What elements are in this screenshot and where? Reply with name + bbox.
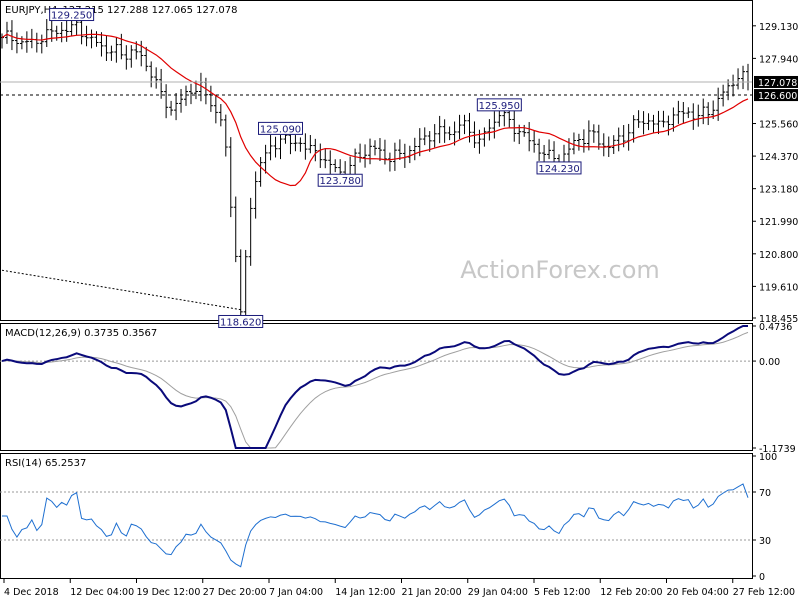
y-tick-label: 127.940 <box>759 54 798 65</box>
y-tick-label: 119.610 <box>759 282 798 293</box>
x-tick-label: 27 Feb 12:00 <box>733 587 795 598</box>
axis-labels: 129.130 127.940 126.600 125.560 124.370 123.1… <box>3 22 798 598</box>
x-tick-label: 19 Dec 12:00 <box>137 587 201 598</box>
price-title: EURJPY,H4 127.215 127.288 127.065 127.078 <box>5 5 237 16</box>
y-tick-label: 70 <box>759 488 771 499</box>
annotation-label: 125.090 <box>260 124 301 135</box>
y-tick-label: 120.800 <box>759 250 798 261</box>
y-tick-label: 0.00 <box>759 357 780 368</box>
x-tick-label: 12 Feb 20:00 <box>600 587 662 598</box>
y-tick-label: 0 <box>759 572 765 583</box>
x-tick-label: 27 Dec 20:00 <box>203 587 267 598</box>
x-tick-label: 7 Jan 04:00 <box>269 587 323 598</box>
x-tick-label: 21 Jan 20:00 <box>402 587 462 598</box>
x-tick-label: 12 Dec 04:00 <box>70 587 134 598</box>
x-tick-label: 29 Jan 04:00 <box>468 587 528 598</box>
rsi-title: RSI(14) 65.2537 <box>5 458 86 469</box>
annotation-label: 123.780 <box>320 176 361 187</box>
annotation-label: 129.250 <box>51 11 92 22</box>
annotation-label: 118.620 <box>220 317 261 328</box>
y-tick-label: 124.370 <box>759 152 798 163</box>
current-price-label: 127.078 <box>758 78 797 89</box>
y-tick-label: 100 <box>759 452 777 463</box>
y-tick-label: 129.130 <box>759 22 798 33</box>
y-tick-label: 0.4736 <box>759 322 792 333</box>
y-tick-label: 30 <box>759 536 771 547</box>
x-tick-label: 14 Jan 12:00 <box>335 587 395 598</box>
rsi-plot <box>0 483 752 568</box>
y-tick-label: 123.180 <box>759 185 798 196</box>
long-ma-line <box>1 269 241 311</box>
rsi-line <box>2 483 749 568</box>
annotation-label: 124.230 <box>538 164 579 175</box>
annotation-label: 125.950 <box>479 101 520 112</box>
y-tick-label: 121.990 <box>759 217 798 228</box>
watermark: ActionForex.com <box>460 256 660 284</box>
x-tick-label: 20 Feb 04:00 <box>667 587 729 598</box>
macd-plot <box>0 325 752 449</box>
macd-panel-frame <box>0 323 753 451</box>
macd-line <box>1 325 748 449</box>
macd-signal-line <box>1 331 749 449</box>
moving-average-line <box>1 33 749 187</box>
y-tick-label: 125.560 <box>759 120 798 131</box>
macd-title: MACD(12,26,9) 0.3735 0.3567 <box>5 328 157 339</box>
x-tick-label: 4 Dec 2018 <box>4 587 59 598</box>
rsi-panel-frame <box>0 453 753 579</box>
y-tick-label: 126.600 <box>758 91 797 102</box>
x-tick-label: 5 Feb 12:00 <box>534 587 590 598</box>
chart-canvas: ActionForex.com EURJPY,H4 127.215 127.288… <box>0 0 798 598</box>
